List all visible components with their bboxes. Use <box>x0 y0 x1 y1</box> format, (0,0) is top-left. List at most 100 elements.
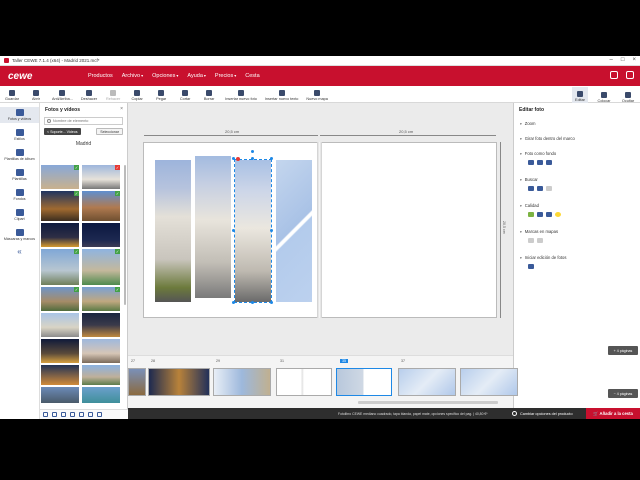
close-icon[interactable]: × <box>120 106 123 112</box>
sharpen-icon[interactable] <box>546 212 552 217</box>
page-thumb[interactable] <box>398 368 456 396</box>
menu-ayuda[interactable]: Ayuda▾ <box>187 73 206 79</box>
section-zoom[interactable]: ▾ Zoom <box>520 121 640 126</box>
list-view-icon[interactable] <box>88 412 93 417</box>
photo-frame[interactable] <box>155 160 191 302</box>
search-input[interactable] <box>52 119 120 123</box>
edit-mode-button[interactable]: Editar <box>572 87 588 103</box>
section-map-markers[interactable]: ▾ Marcas en mapas <box>520 229 640 243</box>
filter-icon[interactable] <box>70 412 75 417</box>
page-thumb[interactable] <box>128 368 146 396</box>
section-photo-editing[interactable]: ▾ Iniciar edición de fotos <box>520 255 640 269</box>
help-icon[interactable] <box>610 71 618 79</box>
rail-item-styles[interactable]: Estilos <box>0 127 39 143</box>
enhance-icon[interactable] <box>537 212 543 217</box>
photo-thumb[interactable]: ✓ <box>82 287 120 311</box>
add-to-cart-button[interactable]: 🛒 Añadir a la cesta <box>586 408 640 419</box>
photo-thumb[interactable]: ✓ <box>41 249 79 285</box>
photo-thumb[interactable] <box>41 313 79 337</box>
copy-button[interactable]: Copiar <box>129 90 145 101</box>
section-rotate[interactable]: ▾ Girar foto dentro del marco <box>520 136 640 141</box>
change-options-button[interactable]: Cambiar opciones del producto <box>512 411 573 416</box>
rotate-handle[interactable] <box>251 150 254 153</box>
collapse-panel-button[interactable]: « <box>0 247 39 256</box>
rail-item-backgrounds[interactable]: Fondos <box>0 187 39 203</box>
maximize-icon[interactable]: □ <box>621 57 625 63</box>
rail-item-clipart[interactable]: Clipart <box>0 207 39 223</box>
zoom-out-icon[interactable] <box>43 412 48 417</box>
resize-handle[interactable] <box>251 157 254 160</box>
resize-handle[interactable] <box>232 157 235 160</box>
resize-handle[interactable] <box>270 229 273 232</box>
find-photo-icon[interactable] <box>528 186 534 191</box>
photo-thumb[interactable] <box>82 339 120 363</box>
menu-precios[interactable]: Precios▾ <box>215 73 236 79</box>
photo-thumb[interactable]: ✓ <box>41 165 79 189</box>
zoom-in-icon[interactable] <box>52 412 57 417</box>
rail-item-templates[interactable]: Plantillas <box>0 167 39 183</box>
delete-frame-icon[interactable] <box>236 157 240 161</box>
photo-frame[interactable] <box>195 156 231 298</box>
section-background[interactable]: ▾ Foto como fondo <box>520 151 640 165</box>
save-button[interactable]: Guardar <box>4 90 20 101</box>
source-videos-button[interactable]: < Soporte... Videos <box>44 128 81 135</box>
resize-handle[interactable] <box>270 301 273 304</box>
place-mode-button[interactable]: Colocar <box>596 92 612 103</box>
photo-thumb[interactable] <box>41 365 79 385</box>
page-thumb[interactable] <box>276 368 332 396</box>
page-thumb[interactable] <box>148 368 210 396</box>
photo-thumb[interactable] <box>82 365 120 385</box>
photo-frame-empty[interactable] <box>276 160 312 302</box>
section-quality[interactable]: ▾ Calidad <box>520 203 640 217</box>
bg-full-icon[interactable] <box>537 160 543 165</box>
paste-button[interactable]: Pegar <box>153 90 169 101</box>
grid-view-icon[interactable] <box>79 412 84 417</box>
right-page[interactable] <box>321 142 497 318</box>
photo-thumb[interactable] <box>82 223 120 247</box>
quality-icon[interactable] <box>528 212 534 217</box>
bg-left-icon[interactable] <box>528 160 534 165</box>
page-thumb[interactable] <box>213 368 271 396</box>
section-search[interactable]: ▾ Buscar <box>520 177 640 191</box>
page-strip-scrollbar[interactable] <box>358 401 498 404</box>
new-map-button[interactable]: Nuevo mapa <box>306 90 328 101</box>
photo-thumb[interactable]: ✓ <box>82 249 120 285</box>
photo-thumb[interactable]: ✓ <box>41 287 79 311</box>
menu-opciones[interactable]: Opciones▾ <box>152 73 178 79</box>
undo-button[interactable]: Deshacer <box>81 90 97 101</box>
resize-handle[interactable] <box>270 157 273 160</box>
rail-item-masks[interactable]: Máscaras y marcos <box>0 227 39 243</box>
remove-pages-button[interactable]: − 4 páginas <box>608 389 638 398</box>
photo-thumb[interactable]: ✓ <box>41 191 79 221</box>
menu-archivo[interactable]: Archivo▾ <box>122 73 143 79</box>
insert-photo-button[interactable]: Insertar nuevo foto <box>225 90 257 101</box>
page-thumb-current[interactable] <box>336 368 392 396</box>
menu-productos[interactable]: Productos <box>88 73 113 79</box>
rail-item-photos[interactable]: Fotos y vídeos <box>0 107 39 123</box>
photo-scrollbar[interactable] <box>124 165 126 305</box>
cut-button[interactable]: Cortar <box>177 90 193 101</box>
close-icon[interactable]: × <box>632 57 636 63</box>
arrange-button[interactable]: Anti/Arriba... <box>52 90 73 101</box>
photo-thumb[interactable] <box>82 313 120 337</box>
user-icon[interactable] <box>626 71 634 79</box>
sort-icon[interactable] <box>61 412 66 417</box>
photo-thumb[interactable]: ✓ <box>82 191 120 221</box>
bg-right-icon[interactable] <box>546 160 552 165</box>
resize-handle[interactable] <box>232 229 235 232</box>
photo-edit-icon[interactable] <box>528 264 534 269</box>
photo-thumb[interactable] <box>41 223 79 247</box>
minimize-icon[interactable]: – <box>610 57 613 63</box>
photo-thumb[interactable] <box>82 387 120 403</box>
open-button[interactable]: Abrir <box>28 90 44 101</box>
find-similar-icon[interactable] <box>537 186 543 191</box>
delete-button[interactable]: Borrar <box>201 90 217 101</box>
photo-thumb[interactable] <box>41 339 79 363</box>
rail-item-album-templates[interactable]: Plantillas de álbum <box>0 147 39 163</box>
smiley-icon[interactable] <box>555 212 561 217</box>
settings-icon[interactable] <box>97 412 102 417</box>
photo-thumb[interactable]: ✓ <box>82 165 120 189</box>
editor-canvas[interactable]: 20,5 cm 20,5 cm 20,5 cm <box>128 103 513 364</box>
menu-cesta[interactable]: Cesta <box>245 73 259 79</box>
resize-handle[interactable] <box>251 301 254 304</box>
